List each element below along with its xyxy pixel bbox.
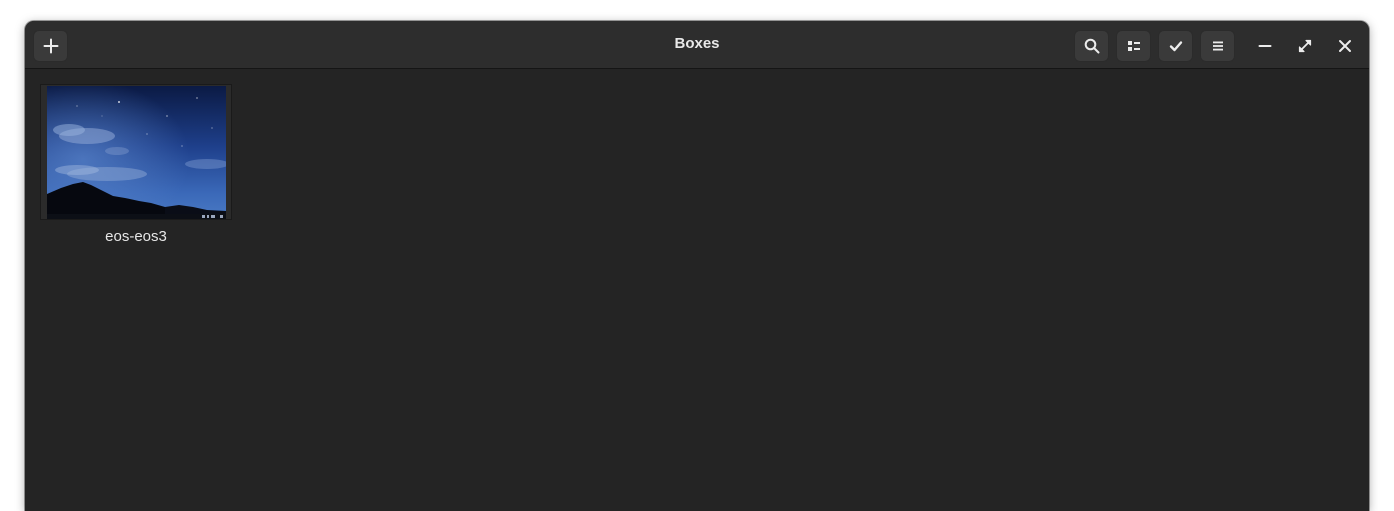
hamburger-menu-icon [1212, 41, 1223, 51]
box-thumbnail-frame[interactable] [40, 84, 232, 220]
minimize-button[interactable] [1250, 31, 1280, 61]
close-icon [1339, 40, 1351, 52]
main-menu-button[interactable] [1200, 30, 1235, 62]
box-name-label: eos-eos3 [105, 228, 167, 245]
view-mode-button[interactable] [1116, 30, 1151, 62]
boxes-collection-view: eos-eos3 [25, 70, 1369, 511]
minimize-icon [1258, 45, 1272, 47]
boxes-window: Boxes eos-eos3 [25, 21, 1369, 511]
box-item[interactable]: eos-eos3 [40, 84, 234, 250]
night-sky-mountain-thumbnail [47, 86, 226, 219]
selection-mode-button[interactable] [1158, 30, 1193, 62]
search-icon [1084, 38, 1099, 54]
search-button[interactable] [1074, 30, 1109, 62]
checkmark-icon [1169, 41, 1182, 52]
list-view-icon [1127, 41, 1140, 51]
maximize-icon [1298, 39, 1312, 53]
close-button[interactable] [1330, 31, 1360, 61]
maximize-button[interactable] [1290, 31, 1320, 61]
plus-icon [43, 38, 58, 54]
new-box-button[interactable] [33, 30, 68, 62]
headerbar: Boxes [25, 21, 1369, 69]
